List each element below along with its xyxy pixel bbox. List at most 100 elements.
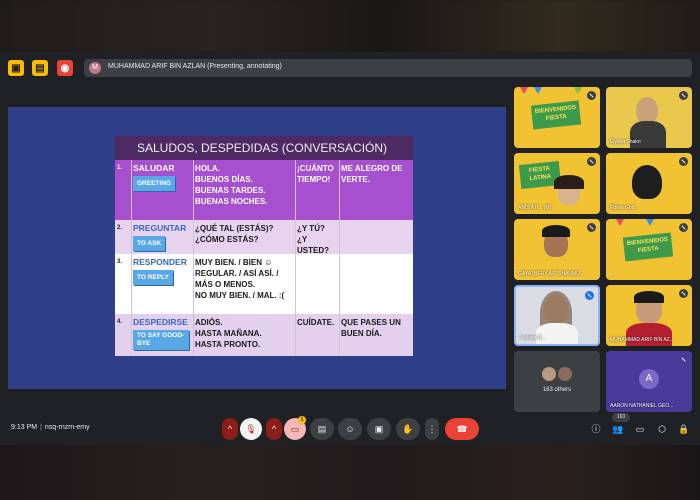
people-icon[interactable]: 👥 xyxy=(612,423,624,435)
participant-name: Elysha Shakri xyxy=(610,139,641,145)
raise-hand-button[interactable]: ✋ xyxy=(396,418,420,440)
shared-slide: SALUDOS, DESPEDIDAS (CONVERSACIÓN) 1. SA… xyxy=(115,136,413,356)
participant-name: Violetta B... xyxy=(520,335,546,341)
decor-flag xyxy=(646,219,654,226)
folder-icon[interactable]: ▣ xyxy=(8,60,24,76)
presenter-banner[interactable]: M MUHAMMAD ARIF BIN AZLAN (Presenting, a… xyxy=(84,59,692,77)
phrases-cell: ADIÓS. HASTA MAÑANA. HASTA PRONTO. xyxy=(195,317,295,356)
participant-name: GAYATHERY A/P SHANMU... xyxy=(518,271,584,277)
verb-translation-tag: GREETING xyxy=(133,176,175,191)
mic-off-icon xyxy=(587,91,596,100)
more-options-button[interactable]: ⋮ xyxy=(425,418,439,440)
phrase: HASTA MAÑANA. xyxy=(195,329,262,338)
mic-off-icon xyxy=(679,157,688,166)
phrase: ¿Y USTED? xyxy=(297,235,329,255)
record-icon[interactable]: ◉ xyxy=(57,60,73,76)
participant-tile-speaking[interactable]: Violetta B... xyxy=(514,285,600,346)
participant-hair xyxy=(554,175,584,189)
phrase: CUÍDATE. xyxy=(297,318,335,327)
activities-icon[interactable]: ⬡ xyxy=(656,423,668,435)
row-number: 1. xyxy=(117,165,123,171)
table-row: 4. DESPEDIRSE TO SAY GOOD-BYE ADIÓS. HAS… xyxy=(115,314,413,356)
emoji-icon: ☺ xyxy=(345,424,355,434)
participant-tile[interactable]: BIENVENIDOS FIESTA xyxy=(606,219,692,280)
background-blur-top xyxy=(0,0,700,52)
hand-icon: ✋ xyxy=(402,423,414,434)
phrase: HASTA PRONTO. xyxy=(195,340,261,349)
participant-tile[interactable]: BIENVENIDOS FIESTA xyxy=(514,87,600,148)
table-row: 2. PREGUNTAR TO ASK ¿QUÉ TAL (ESTÁS)? ¿C… xyxy=(115,220,413,257)
avatar xyxy=(542,367,556,381)
chat-icon[interactable]: ▭ xyxy=(634,423,646,435)
decor-flag xyxy=(534,87,542,94)
verb-label: RESPONDER xyxy=(133,257,187,267)
row-number: 3. xyxy=(117,259,123,265)
phrase: BUENAS NOCHES. xyxy=(195,197,268,206)
others-tile[interactable]: 163 others xyxy=(514,351,600,412)
participant-face xyxy=(632,165,662,199)
mic-off-icon xyxy=(679,289,688,298)
phrases-cell: ¿QUÉ TAL (ESTÁS)? ¿CÓMO ESTÁS? xyxy=(195,223,295,257)
mic-off-icon xyxy=(679,223,688,232)
mic-off-button[interactable]: 🎙 xyxy=(240,418,262,440)
verb-label: DESPEDIRSE xyxy=(133,317,188,327)
participant-name: AARON NATHANIEL GEO... xyxy=(610,403,674,409)
phrase: BUENOS DÍAS. xyxy=(195,175,253,184)
top-bar: ▣ ▤ ◉ M MUHAMMAD ARIF BIN AZLAN (Present… xyxy=(0,56,700,82)
phrase: HOLA. xyxy=(195,164,220,173)
phrase: ¿QUÉ TAL (ESTÁS)? xyxy=(195,224,274,233)
phrase: ¡CUÁNTO xyxy=(297,164,334,173)
hangup-icon: ☎ xyxy=(456,423,468,434)
mic-off-icon xyxy=(679,91,688,100)
phrase: TIEMPO! xyxy=(297,175,331,184)
mic-off-icon xyxy=(587,223,596,232)
participant-face xyxy=(636,97,658,123)
info-icon[interactable]: ⓘ xyxy=(590,423,602,435)
camera-off-icon: ▭ xyxy=(290,423,300,434)
participant-tile[interactable]: Edwin Gobi xyxy=(606,153,692,214)
verb-cell: SALUDAR GREETING xyxy=(133,163,193,223)
verb-label: PREGUNTAR xyxy=(133,223,187,233)
activities-icon[interactable]: ▤ xyxy=(32,60,48,76)
participant-count-badge: 163 xyxy=(612,413,630,422)
table-divider xyxy=(131,160,132,356)
captions-icon: ▤ xyxy=(317,423,327,434)
table-row: 1. SALUDAR GREETING HOLA. BUENOS DÍAS. B… xyxy=(115,160,413,220)
participant-tile[interactable]: FIESTA LATINA ANIS ATI... (M) xyxy=(514,153,600,214)
participant-tile[interactable]: Elysha Shakri xyxy=(606,87,692,148)
reactions-button[interactable]: ☺ xyxy=(338,418,362,440)
phrase: NO MUY BIEN. / MAL. :( xyxy=(195,291,285,300)
decor-flag xyxy=(616,219,624,226)
video-options-chevron[interactable]: ^ xyxy=(266,418,282,440)
participant-tile[interactable]: GAYATHERY A/P SHANMU... xyxy=(514,219,600,280)
participant-tile[interactable]: A AARON NATHANIEL GEO... xyxy=(606,351,692,412)
present-button[interactable]: ▣ xyxy=(367,418,391,440)
fiesta-banner: BIENVENIDOS FIESTA xyxy=(622,232,674,262)
mic-off-icon xyxy=(587,157,596,166)
participant-name: Edwin Gobi xyxy=(610,205,636,211)
audio-options-chevron[interactable]: ^ xyxy=(222,418,238,440)
slide-title: SALUDOS, DESPEDIDAS (CONVERSACIÓN) xyxy=(137,141,388,155)
verb-label: SALUDAR xyxy=(133,163,175,173)
participant-hair xyxy=(634,291,664,303)
participant-tile[interactable]: MUHAMMAD ARIF BIN AZ... xyxy=(606,285,692,346)
decor-flag xyxy=(520,87,528,94)
slide-title-bar: SALUDOS, DESPEDIDAS (CONVERSACIÓN) xyxy=(115,136,413,160)
decor-flag xyxy=(574,87,582,94)
phrases-cell: MUY BIEN. / BIEN ☺ REGULAR. / ASÍ ASÍ. /… xyxy=(195,257,310,317)
phrase: ADIÓS. xyxy=(195,318,223,327)
phrases-cell: HOLA. BUENOS DÍAS. BUENAS TARDES. BUENAS… xyxy=(195,163,295,223)
phrase: VERTE. xyxy=(341,175,370,184)
phrase: ME ALEGRO DE xyxy=(341,164,403,173)
presenter-avatar: M xyxy=(89,62,101,74)
mic-off-icon xyxy=(679,355,688,364)
meeting-code: nsq-rnzm-emy xyxy=(44,424,90,431)
extra-cell: CUÍDATE. xyxy=(297,317,339,356)
host-controls-icon[interactable]: 🔒 xyxy=(678,423,690,435)
leave-call-button[interactable]: ☎ xyxy=(445,418,479,440)
captions-button[interactable]: ▤ xyxy=(310,418,334,440)
participant-name: MUHAMMAD ARIF BIN AZ... xyxy=(610,337,674,343)
phrase: ¿Y TÚ? xyxy=(297,224,325,233)
fiesta-banner: BIENVENIDOS FIESTA xyxy=(530,100,582,130)
extra-cell: ME ALEGRO DE VERTE. xyxy=(341,163,411,223)
